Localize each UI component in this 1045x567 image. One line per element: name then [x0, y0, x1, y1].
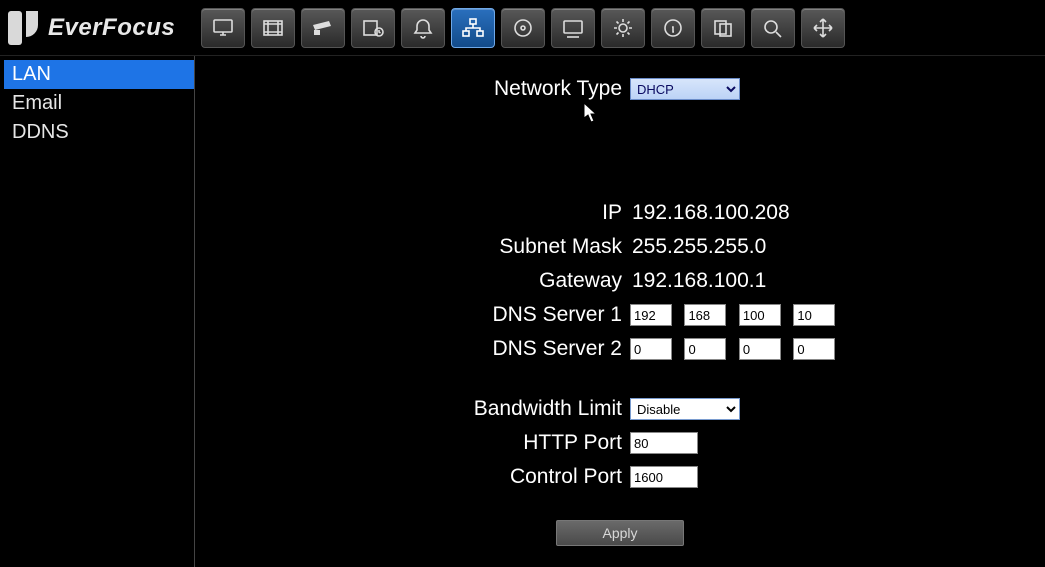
schedule-icon[interactable]	[351, 8, 395, 48]
sidebar-item-label: Email	[12, 92, 62, 114]
http-port-input[interactable]	[630, 432, 698, 454]
control-port-input[interactable]	[630, 466, 698, 488]
http-port-label: HTTP Port	[235, 431, 630, 455]
dns1-octet-1[interactable]	[630, 304, 672, 326]
apply-button[interactable]: Apply	[556, 520, 684, 546]
sidebar: LAN Email DDNS	[0, 56, 195, 567]
alarm-icon[interactable]	[401, 8, 445, 48]
sidebar-item-lan[interactable]: LAN	[4, 60, 194, 89]
network-type-select[interactable]: DHCP	[630, 78, 740, 100]
top-toolbar: EverFocus	[0, 0, 1045, 56]
film-icon[interactable]	[251, 8, 295, 48]
info-icon[interactable]	[651, 8, 695, 48]
sidebar-item-label: DDNS	[12, 121, 69, 143]
dns1-octet-2[interactable]	[684, 304, 726, 326]
bandwidth-label: Bandwidth Limit	[235, 397, 630, 421]
system-icon[interactable]	[601, 8, 645, 48]
gateway-value: 192.168.100.1	[630, 269, 766, 293]
dns2-octet-4[interactable]	[793, 338, 835, 360]
network-icon[interactable]	[451, 8, 495, 48]
search-icon[interactable]	[751, 8, 795, 48]
dns2-octet-2[interactable]	[684, 338, 726, 360]
copy-icon[interactable]	[701, 8, 745, 48]
camera-icon[interactable]	[301, 8, 345, 48]
dns1-octet-4[interactable]	[793, 304, 835, 326]
control-port-label: Control Port	[235, 465, 630, 489]
sidebar-item-email[interactable]: Email	[4, 89, 194, 118]
brand-logo	[8, 11, 40, 45]
subnet-value: 255.255.255.0	[630, 235, 766, 259]
gateway-label: Gateway	[235, 269, 630, 293]
bandwidth-select[interactable]: Disable	[630, 398, 740, 420]
arrows-icon[interactable]	[801, 8, 845, 48]
sidebar-item-ddns[interactable]: DDNS	[4, 118, 194, 147]
brand-name: EverFocus	[48, 14, 175, 42]
ip-label: IP	[235, 201, 630, 225]
subnet-label: Subnet Mask	[235, 235, 630, 259]
network-type-label: Network Type	[235, 77, 630, 101]
dns2-label: DNS Server 2	[235, 337, 630, 361]
dns2-octet-3[interactable]	[739, 338, 781, 360]
brand: EverFocus	[8, 11, 175, 45]
ip-value: 192.168.100.208	[630, 201, 790, 225]
display-icon[interactable]	[551, 8, 595, 48]
dns1-octet-3[interactable]	[739, 304, 781, 326]
sidebar-item-label: LAN	[12, 63, 51, 85]
dns2-octet-1[interactable]	[630, 338, 672, 360]
dns1-label: DNS Server 1	[235, 303, 630, 327]
main-panel: Network Type DHCP IP 192.168.100.208 Sub…	[195, 56, 1045, 567]
monitor-icon[interactable]	[201, 8, 245, 48]
disk-icon[interactable]	[501, 8, 545, 48]
